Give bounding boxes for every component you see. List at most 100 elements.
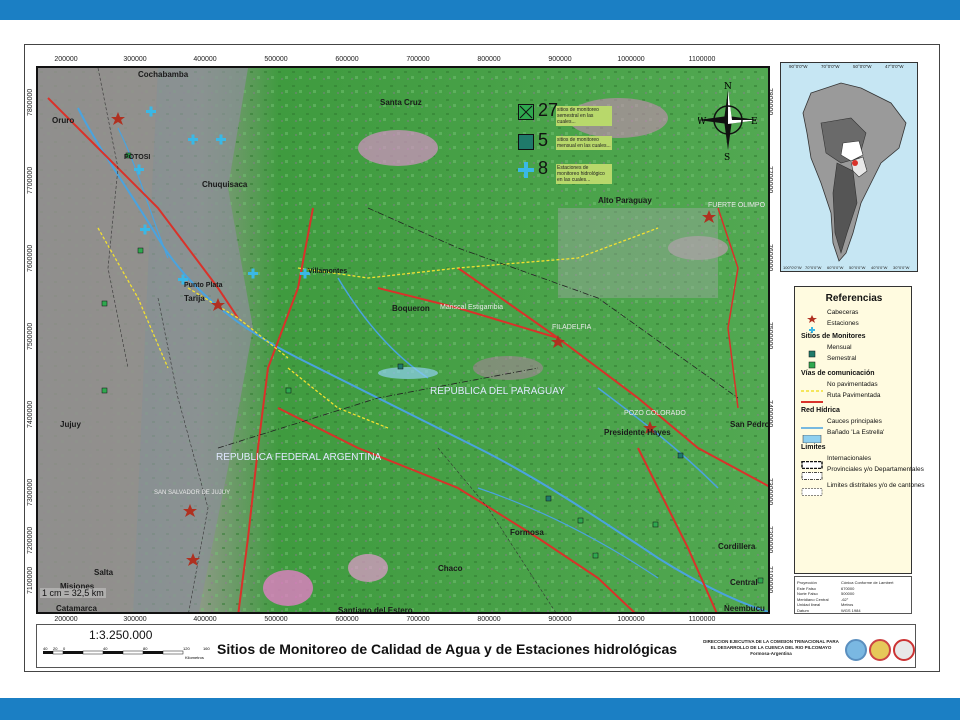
paraguay-seal-icon bbox=[893, 639, 915, 661]
scale-tick-label: 40 bbox=[103, 647, 108, 651]
institution-text: DIRECCION EJECUTIVA DE LA COMISION TRINA… bbox=[703, 639, 839, 650]
projection-value: 500000 bbox=[841, 591, 855, 596]
bottom-coord-label: 900000 bbox=[548, 616, 572, 623]
projection-row: Datum WGS 1984 bbox=[797, 608, 909, 613]
main-map[interactable]: Cochabamba Oruro Santa Cruz Chuquisaca P… bbox=[36, 66, 770, 614]
bottom-coord-label: 300000 bbox=[123, 616, 147, 623]
projection-value: WGS 1984 bbox=[841, 607, 861, 613]
projection-key: Proyección bbox=[797, 580, 817, 585]
legend-title: Referencias bbox=[825, 293, 883, 304]
summary-semestral: 27 sitios de monitoreo semestral en las … bbox=[518, 100, 628, 126]
summary-number: 5 bbox=[538, 130, 549, 150]
top-coord-label: 700000 bbox=[406, 56, 430, 63]
label-san-salvador: SAN SALVADOR DE JUJUY bbox=[154, 490, 231, 496]
projection-value: Metros bbox=[841, 602, 854, 607]
wetland-area-icon bbox=[801, 430, 823, 444]
scale-ratio: 1:3.250.000 bbox=[89, 628, 153, 642]
projection-value: -62° bbox=[841, 596, 849, 602]
label-formosa: Formosa bbox=[510, 528, 544, 537]
scale-tick-label: 0 bbox=[63, 647, 66, 651]
label-filadelfia: FILADELFIA bbox=[552, 324, 592, 331]
unpaved-road-line-icon bbox=[801, 382, 823, 392]
projection-key: Norte Falso bbox=[797, 591, 818, 596]
summary-mensual: 5 sitios de monitoreo mensual en las cua… bbox=[518, 130, 628, 154]
legend-section-heading: Sitios de Monitores bbox=[801, 333, 866, 340]
projection-value: 670000 bbox=[841, 585, 855, 591]
label-salta: Salta bbox=[94, 568, 114, 577]
label-neembucu: Neembucu bbox=[724, 604, 765, 613]
label-cordillera: Cordillera bbox=[718, 542, 756, 551]
summary-text: sitios de monitoreo mensual en las cuale… bbox=[556, 136, 612, 150]
label-republica-paraguay: REPUBLICA DEL PARAGUAY bbox=[430, 386, 565, 397]
projection-row: Norte Falso 500000 bbox=[797, 591, 909, 596]
bottom-coord-label: 700000 bbox=[406, 616, 430, 623]
mensual-square-icon bbox=[518, 134, 534, 150]
scale-tick-label: 120 bbox=[183, 647, 190, 651]
top-coord-label: 200000 bbox=[54, 56, 78, 63]
legend-section-heading: Limites bbox=[801, 444, 826, 451]
projection-row: Este Falso 670000 bbox=[797, 586, 909, 591]
bolivia-seal-icon bbox=[869, 639, 891, 661]
projection-key: Meridiano Central bbox=[797, 596, 829, 602]
legend-item: Mensual bbox=[801, 344, 911, 358]
inset-bottom-label: 40°0'0"W bbox=[871, 265, 888, 270]
semestral-square-icon bbox=[801, 356, 823, 369]
legend-item-label: Cauces principales bbox=[827, 418, 882, 425]
inset-top-label: 70°0'0"W bbox=[821, 64, 840, 69]
legend-section-heading: Red Hídrica bbox=[801, 407, 840, 414]
map-title: Sitios de Monitoreo de Calidad de Agua y… bbox=[217, 641, 678, 657]
river-line-icon bbox=[801, 419, 823, 429]
bottom-coord-label: 800000 bbox=[477, 616, 501, 623]
summary-number: 8 bbox=[538, 158, 549, 178]
legend-item-label: Provinciales y/o Departamentales bbox=[827, 466, 924, 473]
logos bbox=[845, 639, 915, 663]
legend-item: Bañado 'La Estrella' bbox=[801, 429, 911, 444]
legend-section-heading: Vías de comunicación bbox=[801, 370, 875, 377]
legend-item: No pavimentadas bbox=[801, 381, 911, 392]
label-potosi: POTOSI bbox=[124, 154, 151, 161]
projection-key: Unidad lineal bbox=[797, 602, 821, 607]
label-jujuy: Jujuy bbox=[60, 420, 81, 429]
scale-tick-label: 20 bbox=[53, 647, 58, 651]
compass-rose-icon: N S W E bbox=[698, 82, 758, 160]
compass-s: S bbox=[724, 153, 730, 160]
top-coord-label: 500000 bbox=[264, 56, 288, 63]
south-america-inset-map[interactable]: 90°0'0"W 70°0'0"W 50°0'0"W 47°0'0"W 100°0'0… bbox=[780, 62, 918, 272]
bottom-coord-label: 200000 bbox=[54, 616, 78, 623]
inset-top-label: 90°0'0"W bbox=[789, 64, 808, 69]
projection-value: Cónica Conforme de Lambert bbox=[841, 580, 894, 585]
star-icon bbox=[801, 310, 823, 323]
label-cochabamba: Cochabamba bbox=[138, 70, 189, 79]
semestral-square-icon bbox=[518, 104, 534, 120]
argentina-seal-icon bbox=[845, 639, 867, 661]
label-oruro: Oruro bbox=[52, 116, 75, 125]
map-legend: Referencias Cabeceras Estaciones Sitios de… bbox=[794, 286, 925, 574]
legend-item-label: Ruta Pavimentada bbox=[827, 392, 881, 399]
scale-tick-label: 160 bbox=[203, 647, 210, 651]
top-coord-label: 300000 bbox=[123, 56, 147, 63]
mensual-square-icon bbox=[801, 345, 823, 358]
legend-item-label: Cabeceras bbox=[827, 309, 859, 316]
label-catamarca: Catamarca bbox=[56, 604, 97, 613]
projection-row: Proyección Cónica Conforme de Lambert bbox=[797, 580, 909, 585]
legend-item-label: Estaciones bbox=[827, 320, 859, 327]
legend-item-label: Semestral bbox=[827, 355, 857, 362]
label-fuerte-olimpo: FUERTE OLIMPO bbox=[708, 202, 766, 209]
label-san-pedro: San Pedro bbox=[730, 420, 770, 429]
projection-key: Este Falso bbox=[797, 585, 816, 591]
scale-unit: Kilometros bbox=[185, 655, 204, 660]
legend-item: Internacionales bbox=[801, 455, 911, 470]
compass-n: N bbox=[724, 82, 732, 92]
label-alto-paraguay: Alto Paraguay bbox=[598, 196, 652, 205]
inset-bottom-label: 30°0'0"W bbox=[893, 265, 910, 270]
bottom-coord-label: 1100000 bbox=[688, 616, 716, 623]
top-coord-label: 600000 bbox=[335, 56, 359, 63]
legend-item: Provinciales y/o Departamentales bbox=[801, 466, 924, 480]
legend-item-label: Internacionales bbox=[827, 455, 872, 462]
inset-top-label: 47°0'0"W bbox=[885, 64, 904, 69]
legend-item-label: Bañado 'La Estrella' bbox=[827, 429, 885, 436]
institution-name: DIRECCION EJECUTIVA DE LA COMISION TRINA… bbox=[701, 639, 841, 657]
bottom-coord-label: 1000000 bbox=[617, 616, 645, 623]
legend-item-label: No pavimentadas bbox=[827, 381, 878, 388]
label-chuquisaca: Chuquisaca bbox=[202, 180, 248, 189]
